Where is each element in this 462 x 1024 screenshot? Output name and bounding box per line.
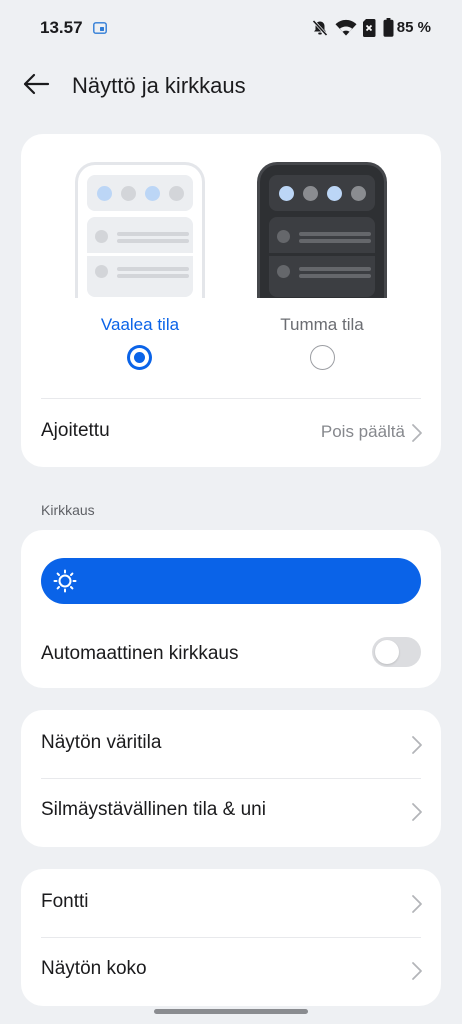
display-color-mode-label: Näytön väritila	[41, 732, 162, 753]
bell-off-icon	[311, 19, 329, 42]
scheduled-label: Ajoitettu	[41, 420, 110, 441]
preview-list	[269, 217, 375, 297]
back-button[interactable]	[18, 68, 54, 104]
gesture-nav-handle[interactable]	[154, 1009, 308, 1014]
font-row[interactable]: Fontti	[21, 871, 441, 937]
battery-percent: 85 %	[396, 19, 431, 36]
preview-top-bar	[87, 175, 193, 211]
status-bar: 13.57 85 %	[0, 0, 462, 56]
divider	[41, 398, 421, 399]
status-time: 13.57	[40, 18, 83, 37]
sun-icon	[53, 569, 77, 593]
preview-top-bar	[269, 175, 375, 211]
font-label: Fontti	[41, 891, 89, 912]
display-color-card: Näytön väritila Silmäystävällinen tila &…	[21, 710, 441, 847]
preview-list	[87, 217, 193, 297]
eye-comfort-row[interactable]: Silmäystävällinen tila & uni	[21, 779, 441, 845]
arrow-left-icon	[22, 73, 50, 100]
chevron-right-icon	[411, 961, 423, 981]
chevron-right-icon	[411, 423, 423, 443]
brightness-slider[interactable]	[41, 558, 421, 604]
chevron-right-icon	[411, 894, 423, 914]
light-mode-label: Vaalea tila	[100, 315, 180, 334]
sim-card-icon	[362, 19, 376, 42]
display-size-label: Näytön koko	[41, 958, 147, 979]
light-theme-preview[interactable]	[75, 162, 205, 298]
dark-mode-label: Tumma tila	[280, 315, 364, 334]
brightness-card: Automaattinen kirkkaus	[21, 530, 441, 688]
toggle-knob	[375, 640, 399, 664]
font-card: Fontti Näytön koko	[21, 869, 441, 1006]
dark-mode-radio[interactable]	[310, 345, 335, 370]
scheduled-value: Pois päältä	[320, 422, 405, 441]
auto-brightness-toggle[interactable]	[372, 637, 421, 667]
eye-comfort-label: Silmäystävällinen tila & uni	[41, 799, 266, 820]
wifi-icon	[335, 19, 357, 41]
page-title: Näyttö ja kirkkaus	[72, 73, 246, 98]
display-color-mode-row[interactable]: Näytön väritila	[21, 712, 441, 778]
dark-theme-preview[interactable]	[257, 162, 387, 298]
cast-icon	[93, 21, 107, 39]
chevron-right-icon	[411, 735, 423, 755]
chevron-right-icon	[411, 802, 423, 822]
brightness-section-label: Kirkkaus	[41, 502, 95, 518]
display-size-row[interactable]: Näytön koko	[21, 938, 441, 1004]
scheduled-row[interactable]: Ajoitettu Pois päältä	[21, 400, 441, 466]
light-mode-radio[interactable]	[127, 345, 152, 370]
auto-brightness-label: Automaattinen kirkkaus	[41, 643, 239, 664]
theme-card: Vaalea tila Tumma tila Ajoitettu Pois pä…	[21, 134, 441, 467]
top-app-bar: Näyttö ja kirkkaus	[0, 62, 462, 110]
battery-icon	[383, 18, 394, 42]
